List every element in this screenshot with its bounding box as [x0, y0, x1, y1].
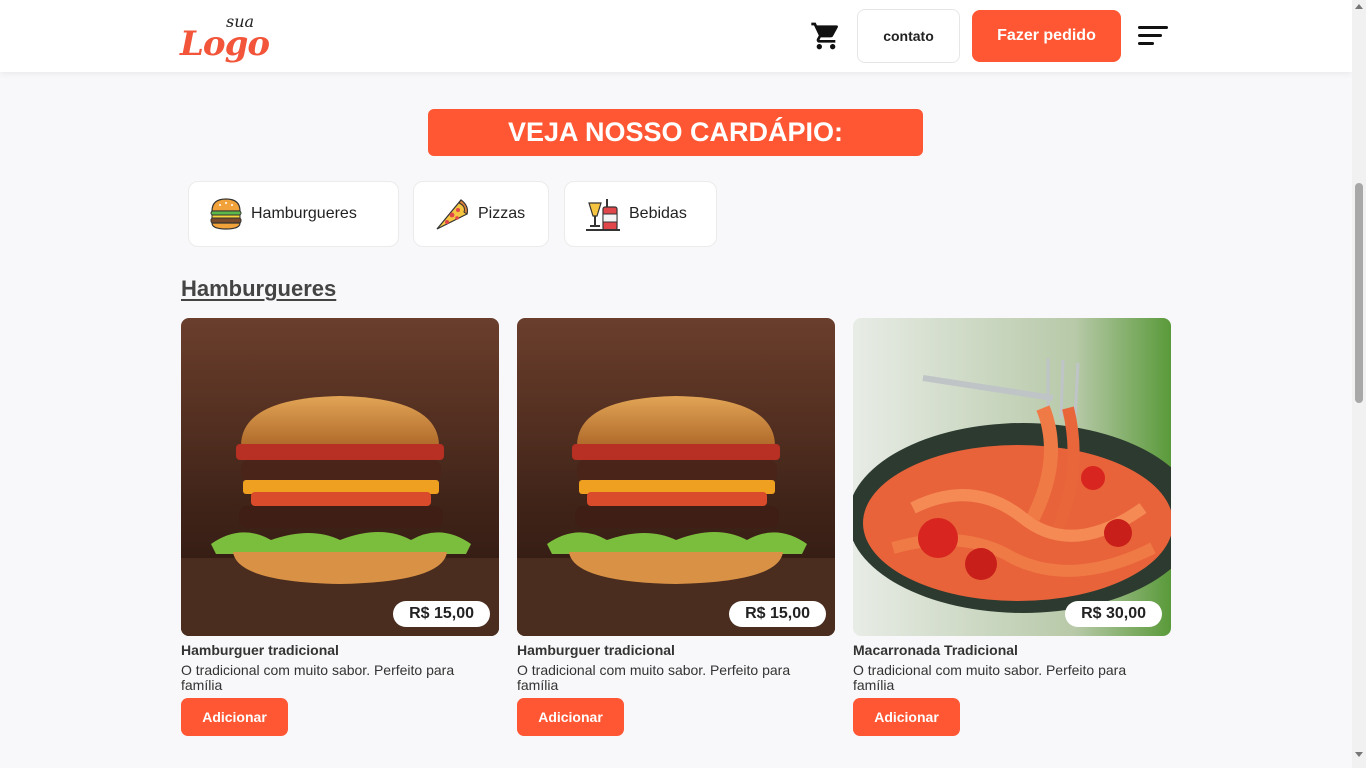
- product-card: R$ 30,00 Macarronada Tradicional O tradi…: [853, 318, 1171, 736]
- scrollbar-thumb[interactable]: [1355, 183, 1363, 403]
- product-description: O tradicional com muito sabor. Perfeito …: [517, 662, 791, 693]
- scroll-down-arrow-icon[interactable]: [1355, 752, 1363, 757]
- pizza-slice-icon: [436, 199, 468, 230]
- product-description: O tradicional com muito sabor. Perfeito …: [853, 662, 1127, 693]
- price-badge: R$ 30,00: [1065, 601, 1162, 627]
- menu-line: [1138, 34, 1162, 37]
- category-hamburgueres[interactable]: Hamburgueres: [188, 181, 399, 247]
- vertical-scrollbar[interactable]: [1352, 0, 1366, 768]
- pasta-photo: R$ 30,00: [853, 318, 1171, 636]
- add-button[interactable]: Adicionar: [517, 698, 624, 736]
- category-pizzas[interactable]: Pizzas: [413, 181, 549, 247]
- menu-line: [1138, 42, 1154, 45]
- price-badge: R$ 15,00: [393, 601, 490, 627]
- product-name: Macarronada Tradicional: [853, 642, 1018, 658]
- fazer-pedido-button[interactable]: Fazer pedido: [972, 10, 1121, 62]
- scroll-up-arrow-icon[interactable]: [1355, 4, 1363, 9]
- add-button[interactable]: Adicionar: [181, 698, 288, 736]
- category-label: Pizzas: [478, 205, 526, 222]
- add-button[interactable]: Adicionar: [853, 698, 960, 736]
- section-title: Hamburgueres: [181, 276, 337, 301]
- burger-photo: R$ 15,00: [181, 318, 499, 636]
- cart-button[interactable]: [806, 18, 846, 54]
- price-badge: R$ 15,00: [729, 601, 826, 627]
- category-label: Hamburgueres: [251, 205, 357, 222]
- product-card: R$ 15,00 Hamburguer tradicional O tradic…: [181, 318, 499, 736]
- menu-title-banner: VEJA NOSSO CARDÁPIO:: [428, 109, 923, 156]
- burger-photo: R$ 15,00: [517, 318, 835, 636]
- contato-button[interactable]: contato: [857, 9, 960, 63]
- shopping-cart-icon: [811, 22, 839, 50]
- logo[interactable]: sua Logo: [180, 12, 270, 64]
- drinks-icon: [586, 199, 620, 231]
- top-header: sua Logo contato Fazer pedido: [0, 0, 1352, 72]
- category-bebidas[interactable]: Bebidas: [564, 181, 717, 247]
- product-name: Hamburguer tradicional: [517, 642, 675, 658]
- product-description: O tradicional com muito sabor. Perfeito …: [181, 662, 455, 693]
- menu-line: [1138, 26, 1168, 29]
- category-label: Bebidas: [629, 205, 687, 222]
- product-card: R$ 15,00 Hamburguer tradicional O tradic…: [517, 318, 835, 736]
- logo-main-text: Logo: [180, 24, 270, 64]
- product-name: Hamburguer tradicional: [181, 642, 339, 658]
- burger-icon: [210, 198, 242, 230]
- menu-button[interactable]: [1136, 24, 1170, 48]
